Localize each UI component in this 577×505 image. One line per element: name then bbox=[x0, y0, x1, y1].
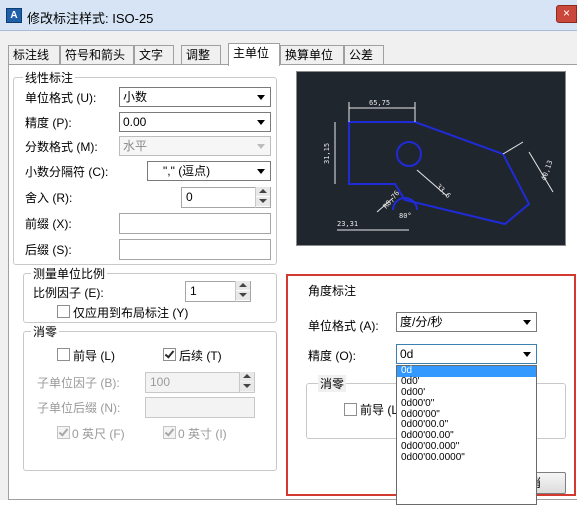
checkmark-icon bbox=[164, 348, 175, 359]
spin-up-icon[interactable] bbox=[236, 281, 250, 290]
chevron-down-icon bbox=[257, 120, 265, 125]
layout-only-label: 仅应用到布局标注 (Y) bbox=[73, 306, 189, 320]
zero-feet-checkbox[interactable] bbox=[57, 426, 70, 439]
scale-group-title: 测量单位比例 bbox=[31, 265, 108, 282]
suffix-label: 后缀 (S): bbox=[25, 243, 72, 257]
zero-suppression-title: 消零 bbox=[31, 323, 60, 340]
decimal-separator-select[interactable]: "," (逗点) bbox=[147, 161, 271, 181]
angular-zero-title: 消零 bbox=[318, 375, 347, 392]
dim-right-text: 40,13 bbox=[540, 159, 555, 182]
linear-group-title: 线性标注 bbox=[23, 69, 76, 86]
round-off-spinner[interactable] bbox=[255, 187, 271, 208]
angular-unit-format-select[interactable]: 度/分/秒 bbox=[396, 312, 537, 332]
dim-angle-text: 33,6 bbox=[435, 182, 453, 200]
trailing-zero-checkbox[interactable] bbox=[163, 348, 176, 361]
chevron-down-icon bbox=[523, 352, 531, 357]
spin-down-icon[interactable] bbox=[256, 197, 270, 206]
dim-left-text: 31,15 bbox=[323, 143, 331, 164]
suffix-input[interactable] bbox=[119, 239, 271, 260]
zero-inch-label: 0 英寸 (I) bbox=[178, 427, 227, 441]
tab-primary-units[interactable]: 主单位 bbox=[228, 43, 280, 66]
spin-down-icon[interactable] bbox=[240, 382, 254, 391]
scale-factor-label: 比例因子 (E): bbox=[33, 286, 104, 300]
dim-top-text: 65,75 bbox=[369, 99, 390, 107]
leading-zero-checkbox[interactable] bbox=[57, 348, 70, 361]
tab-text[interactable]: 文字 bbox=[134, 45, 174, 65]
spin-up-icon[interactable] bbox=[256, 187, 270, 196]
dropdown-option[interactable]: 0d00'0" bbox=[397, 398, 536, 410]
tab-strip: 标注线 符号和箭头 文字 调整 主单位 换算单位 公差 bbox=[8, 43, 577, 66]
fraction-format-select[interactable]: 水平 bbox=[119, 136, 271, 156]
zero-inch-checkbox[interactable] bbox=[163, 426, 176, 439]
dialog-body: 标注线 符号和箭头 文字 调整 主单位 换算单位 公差 线性标注 单位格式 (U… bbox=[0, 31, 577, 505]
close-button[interactable]: × bbox=[556, 5, 577, 23]
dim-bottom-text: 23,31 bbox=[337, 220, 358, 228]
sub-unit-suffix-label: 子单位后缀 (N): bbox=[37, 401, 121, 415]
chevron-down-icon bbox=[257, 169, 265, 174]
spin-up-icon[interactable] bbox=[240, 372, 254, 381]
dropdown-option[interactable]: 0d00'00.0000" bbox=[397, 452, 536, 464]
dim-degree-text: 80° bbox=[399, 212, 412, 220]
chevron-down-icon bbox=[523, 320, 531, 325]
angular-precision-select[interactable]: 0d bbox=[396, 344, 537, 364]
checkmark-icon bbox=[58, 426, 69, 437]
angular-leading-checkbox[interactable] bbox=[344, 403, 357, 416]
tab-tolerances[interactable]: 公差 bbox=[344, 45, 384, 65]
unit-format-select[interactable]: 小数 bbox=[119, 87, 271, 107]
tab-fit[interactable]: 调整 bbox=[181, 45, 221, 65]
spin-down-icon[interactable] bbox=[236, 291, 250, 300]
sub-unit-suffix-input[interactable] bbox=[145, 397, 255, 418]
layout-only-checkbox[interactable] bbox=[57, 305, 70, 318]
angular-precision-label: 精度 (O): bbox=[308, 349, 356, 363]
title-bar: A 修改标注样式: ISO-25 × bbox=[0, 0, 577, 31]
precision-label: 精度 (P): bbox=[25, 116, 72, 130]
precision-select[interactable]: 0.00 bbox=[119, 112, 271, 132]
precision-dropdown-list[interactable]: 0d 0d0' 0d00' 0d00'0" 0d00'00" 0d00'00.0… bbox=[396, 365, 537, 505]
app-logo-icon: A bbox=[6, 8, 22, 23]
fraction-format-label: 分数格式 (M): bbox=[25, 140, 98, 154]
chevron-down-icon bbox=[257, 95, 265, 100]
checkmark-icon bbox=[164, 426, 175, 437]
tab-dimension-lines[interactable]: 标注线 bbox=[8, 45, 60, 65]
scale-factor-spinner[interactable] bbox=[235, 281, 251, 302]
sub-unit-factor-label: 子单位因子 (B): bbox=[37, 376, 120, 390]
tab-symbols-arrows[interactable]: 符号和箭头 bbox=[60, 45, 134, 65]
sub-unit-factor-spinner[interactable] bbox=[239, 372, 255, 393]
dimension-preview: 65,75 31,15 40,13 23,31 R8,76 33,6 80° bbox=[296, 71, 566, 246]
decimal-separator-label: 小数分隔符 (C): bbox=[25, 165, 109, 179]
trailing-zero-label: 后续 (T) bbox=[179, 349, 222, 363]
leading-zero-label: 前导 (L) bbox=[73, 349, 116, 363]
unit-format-label: 单位格式 (U): bbox=[25, 91, 97, 105]
tab-alternate-units[interactable]: 换算单位 bbox=[280, 45, 344, 65]
round-off-label: 舍入 (R): bbox=[25, 191, 73, 205]
chevron-down-icon bbox=[257, 144, 265, 149]
zero-feet-label: 0 英尺 (F) bbox=[72, 427, 125, 441]
prefix-label: 前缀 (X): bbox=[25, 217, 72, 231]
preview-drawing: 65,75 31,15 40,13 23,31 R8,76 33,6 80° bbox=[323, 99, 555, 231]
angular-unit-format-label: 单位格式 (A): bbox=[308, 319, 379, 333]
angular-title: 角度标注 bbox=[308, 284, 357, 298]
prefix-input[interactable] bbox=[119, 213, 271, 234]
window-title: 修改标注样式: ISO-25 bbox=[27, 11, 154, 26]
